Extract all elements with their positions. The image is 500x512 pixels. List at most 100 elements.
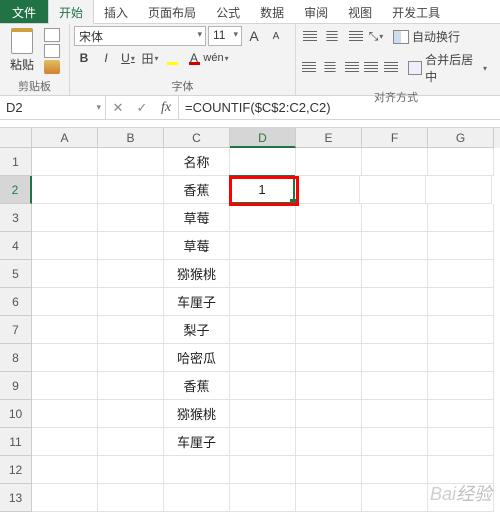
cell-D3[interactable] (230, 204, 296, 232)
cell-E2[interactable] (294, 176, 360, 204)
cell-F7[interactable] (362, 316, 428, 344)
cell-B8[interactable] (98, 344, 164, 372)
tab-home[interactable]: 开始 (48, 0, 94, 24)
align-middle-button[interactable] (322, 27, 342, 47)
cell-G3[interactable] (428, 204, 494, 232)
decrease-indent-button[interactable] (362, 58, 380, 78)
row-header-11[interactable]: 11 (0, 428, 32, 456)
cell-F10[interactable] (362, 400, 428, 428)
formula-cancel-button[interactable]: ✕ (106, 100, 130, 116)
cell-C10[interactable]: 猕猴桃 (164, 400, 230, 428)
cell-B11[interactable] (98, 428, 164, 456)
cell-G11[interactable] (428, 428, 494, 456)
cell-F1[interactable] (362, 148, 428, 176)
font-name-select[interactable]: 宋体 (74, 26, 206, 46)
underline-button[interactable]: U (118, 48, 138, 68)
cell-B12[interactable] (98, 456, 164, 484)
cell-F6[interactable] (362, 288, 428, 316)
column-header-A[interactable]: A (32, 128, 98, 148)
cell-C8[interactable]: 哈密瓜 (164, 344, 230, 372)
cell-D11[interactable] (230, 428, 296, 456)
cell-D5[interactable] (230, 260, 296, 288)
row-header-2[interactable]: 2 (0, 176, 32, 204)
cell-A8[interactable] (32, 344, 98, 372)
row-header-5[interactable]: 5 (0, 260, 32, 288)
cell-E5[interactable] (296, 260, 362, 288)
cell-G2[interactable] (426, 176, 492, 204)
select-all-corner[interactable] (0, 128, 32, 148)
column-header-E[interactable]: E (296, 128, 362, 148)
row-header-4[interactable]: 4 (0, 232, 32, 260)
cell-B6[interactable] (98, 288, 164, 316)
cell-A7[interactable] (32, 316, 98, 344)
cell-D6[interactable] (230, 288, 296, 316)
cell-B1[interactable] (98, 148, 164, 176)
cell-B10[interactable] (98, 400, 164, 428)
cell-G8[interactable] (428, 344, 494, 372)
row-header-6[interactable]: 6 (0, 288, 32, 316)
cell-A4[interactable] (32, 232, 98, 260)
cell-A1[interactable] (32, 148, 98, 176)
cell-A5[interactable] (32, 260, 98, 288)
font-size-select[interactable]: 11 (208, 26, 242, 46)
cell-E6[interactable] (296, 288, 362, 316)
cell-C3[interactable]: 草莓 (164, 204, 230, 232)
cell-D8[interactable] (230, 344, 296, 372)
cell-E10[interactable] (296, 400, 362, 428)
cell-E12[interactable] (296, 456, 362, 484)
bold-button[interactable]: B (74, 48, 94, 68)
align-left-button[interactable] (300, 58, 318, 78)
cell-C13[interactable] (164, 484, 230, 512)
cell-G5[interactable] (428, 260, 494, 288)
align-right-button[interactable] (341, 58, 360, 78)
cell-C9[interactable]: 香蕉 (164, 372, 230, 400)
cell-B9[interactable] (98, 372, 164, 400)
row-header-10[interactable]: 10 (0, 400, 32, 428)
cell-B13[interactable] (98, 484, 164, 512)
merge-center-button[interactable]: 合并后居中 (403, 49, 492, 87)
cell-A11[interactable] (32, 428, 98, 456)
cell-F13[interactable] (362, 484, 428, 512)
name-box[interactable]: D2 (0, 96, 106, 119)
cell-G4[interactable] (428, 232, 494, 260)
phonetic-button[interactable]: wén (206, 48, 226, 68)
row-header-8[interactable]: 8 (0, 344, 32, 372)
align-bottom-button[interactable] (344, 27, 364, 47)
cell-E8[interactable] (296, 344, 362, 372)
cell-B7[interactable] (98, 316, 164, 344)
row-header-12[interactable]: 12 (0, 456, 32, 484)
align-center-button[interactable] (320, 58, 338, 78)
cell-C11[interactable]: 车厘子 (164, 428, 230, 456)
cell-F9[interactable] (362, 372, 428, 400)
cell-D7[interactable] (230, 316, 296, 344)
tab-file[interactable]: 文件 (0, 0, 48, 23)
cell-G6[interactable] (428, 288, 494, 316)
cell-C1[interactable]: 名称 (164, 148, 230, 176)
tab-view[interactable]: 视图 (338, 0, 382, 23)
cell-F8[interactable] (362, 344, 428, 372)
cell-A6[interactable] (32, 288, 98, 316)
cell-D10[interactable] (230, 400, 296, 428)
cell-G9[interactable] (428, 372, 494, 400)
cell-F5[interactable] (362, 260, 428, 288)
cell-F4[interactable] (362, 232, 428, 260)
column-header-F[interactable]: F (362, 128, 428, 148)
increase-font-button[interactable]: A (244, 26, 264, 46)
cell-A2[interactable] (32, 176, 98, 204)
italic-button[interactable]: I (96, 48, 116, 68)
cell-G10[interactable] (428, 400, 494, 428)
tab-data[interactable]: 数据 (250, 0, 294, 23)
row-header-7[interactable]: 7 (0, 316, 32, 344)
cell-C2[interactable]: 香蕉 (164, 176, 230, 204)
cell-E11[interactable] (296, 428, 362, 456)
cell-C12[interactable] (164, 456, 230, 484)
cell-C5[interactable]: 猕猴桃 (164, 260, 230, 288)
tab-page-layout[interactable]: 页面布局 (138, 0, 206, 23)
cell-G1[interactable] (428, 148, 494, 176)
cell-D4[interactable] (230, 232, 296, 260)
cell-D9[interactable] (230, 372, 296, 400)
cell-B4[interactable] (98, 232, 164, 260)
paste-button[interactable]: 粘贴 (4, 26, 40, 75)
font-color-button[interactable]: A (184, 48, 204, 68)
cell-E9[interactable] (296, 372, 362, 400)
